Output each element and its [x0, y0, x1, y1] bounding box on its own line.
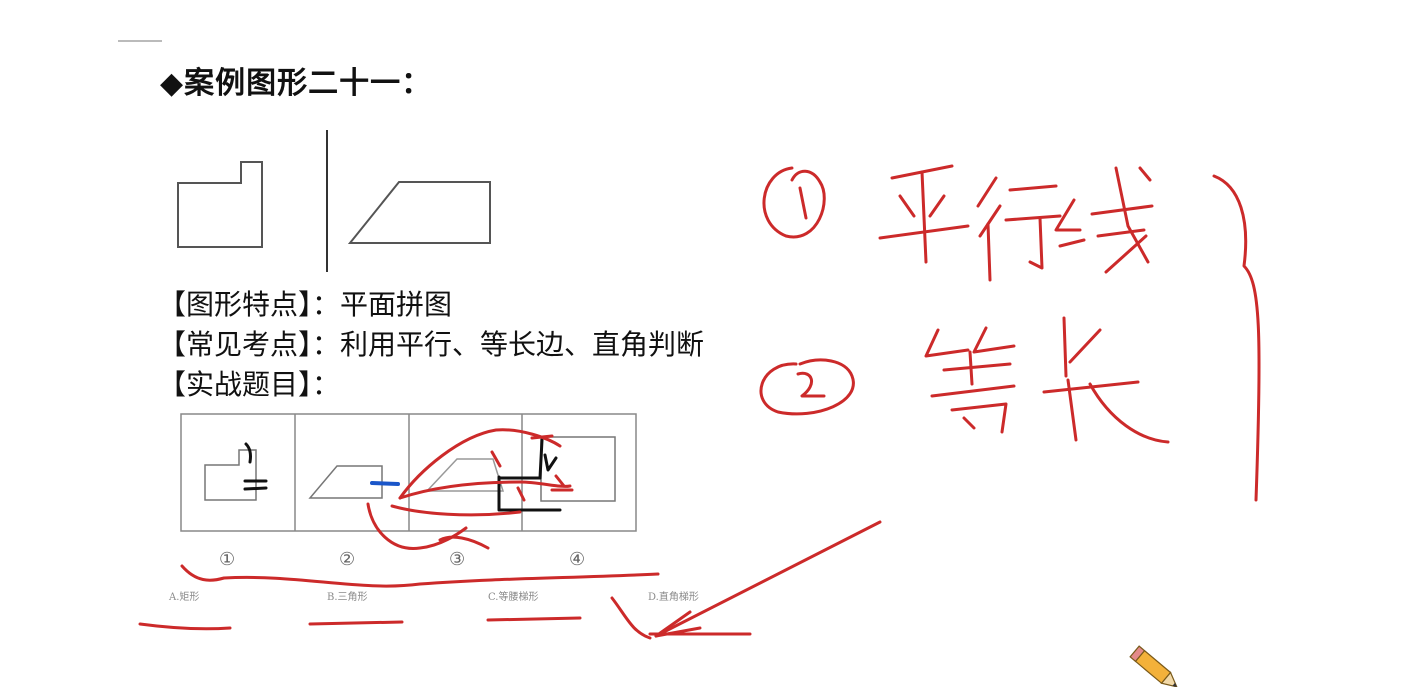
pencil-cursor-icon: [1129, 645, 1178, 687]
slide: ◆案例图形二十一： 【图形特点】：平面拼图 【常见考点】：利用平行、等长边、直角…: [0, 0, 1417, 687]
